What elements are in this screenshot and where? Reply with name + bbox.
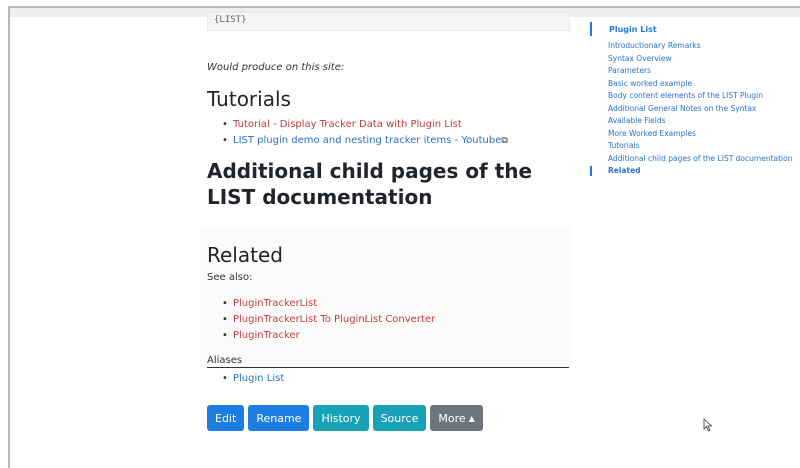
window-frame-left	[8, 6, 10, 468]
edit-button[interactable]: Edit	[207, 405, 245, 431]
caret-up-icon: ▲	[468, 413, 475, 423]
related-link[interactable]: PluginTrackerList To PluginList Converte…	[233, 314, 435, 325]
list-item[interactable]: Tutorial - Display Tracker Data with Plu…	[219, 117, 508, 133]
list-item[interactable]: PluginTracker	[219, 328, 435, 344]
toc-list: Introductionary Remarks Syntax Overview …	[608, 40, 792, 178]
aliases-list: Plugin List	[219, 371, 284, 387]
tutorial-link[interactable]: Tutorial - Display Tracker Data with Plu…	[233, 119, 462, 130]
mouse-cursor-icon	[703, 418, 713, 432]
source-button[interactable]: Source	[372, 405, 427, 431]
rename-button[interactable]: Rename	[248, 405, 310, 431]
history-button[interactable]: History	[313, 405, 369, 431]
toc-item[interactable]: Parameters	[608, 65, 792, 78]
list-item[interactable]: LIST plugin demo and nesting tracker ite…	[219, 133, 508, 149]
toc-item[interactable]: Additional General Notes on the Syntax	[608, 103, 792, 116]
produce-note: Would produce on this site:	[207, 62, 345, 73]
more-label: More	[438, 411, 466, 425]
toc-item[interactable]: Body content elements of the LIST Plugin	[608, 90, 792, 103]
see-also-label: See also:	[207, 272, 253, 283]
toc-title[interactable]: Plugin List	[609, 25, 657, 34]
youtube-link[interactable]: LIST plugin demo and nesting tracker ite…	[233, 135, 501, 146]
toc-active-bar	[590, 22, 592, 36]
more-button[interactable]: More ▲	[430, 405, 483, 431]
toc-item[interactable]: Introductionary Remarks	[608, 40, 792, 53]
toc-item[interactable]: Related	[608, 165, 792, 178]
toc-item[interactable]: Syntax Overview	[608, 53, 792, 66]
toc-item[interactable]: Additional child pages of the LIST docum…	[608, 153, 792, 166]
external-link-icon: ⧉	[501, 136, 508, 146]
list-item[interactable]: PluginTrackerList To PluginList Converte…	[219, 312, 435, 328]
child-pages-heading: Additional child pages of the LIST docum…	[207, 159, 533, 209]
related-link[interactable]: PluginTrackerList	[233, 298, 317, 309]
toc-active-bar	[590, 166, 592, 176]
tutorials-heading: Tutorials	[207, 87, 291, 111]
list-item[interactable]: Plugin List	[219, 371, 284, 387]
page-actions: Edit Rename History Source More ▲	[207, 405, 483, 431]
aliases-label: Aliases	[207, 355, 569, 368]
toc-item[interactable]: Tutorials	[608, 140, 792, 153]
related-heading: Related	[207, 243, 283, 267]
related-list: PluginTrackerList PluginTrackerList To P…	[219, 296, 435, 344]
toc-item[interactable]: Available Fields	[608, 115, 792, 128]
code-snippet: {LIST}	[207, 12, 570, 31]
alias-link[interactable]: Plugin List	[233, 373, 284, 384]
tutorials-list: Tutorial - Display Tracker Data with Plu…	[219, 117, 508, 149]
toc-item[interactable]: Basic worked example	[608, 78, 792, 91]
related-link[interactable]: PluginTracker	[233, 330, 300, 341]
list-item[interactable]: PluginTrackerList	[219, 296, 435, 312]
toc-item[interactable]: More Worked Examples	[608, 128, 792, 141]
